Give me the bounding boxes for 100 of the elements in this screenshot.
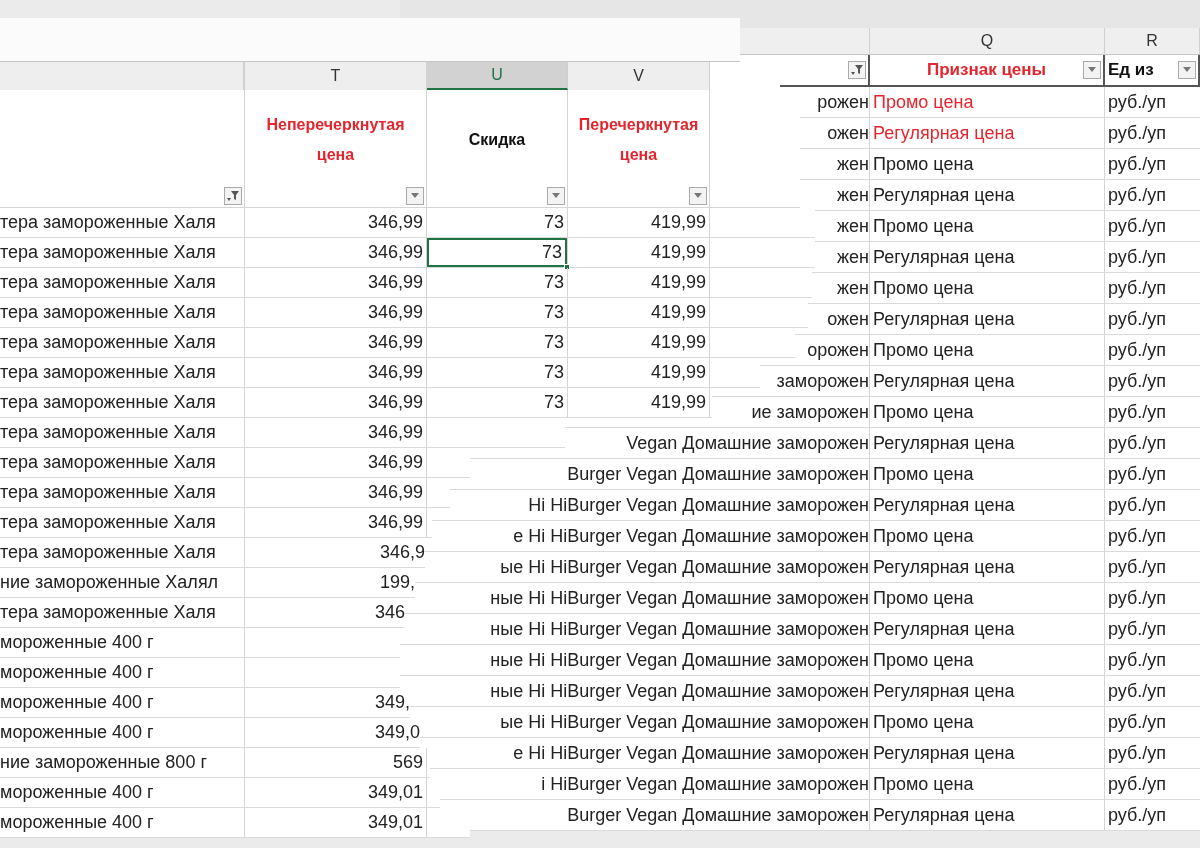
number-cell-text: 346: [374, 601, 405, 624]
price-type: Регулярная цена: [873, 741, 1015, 765]
number-cell-text: 346,99: [367, 271, 423, 294]
price-type: Регулярная цена: [873, 493, 1015, 517]
unit: руб./уп: [1108, 369, 1167, 393]
price-type: Промо цена: [873, 648, 974, 672]
column-letter[interactable]: R: [1105, 28, 1200, 54]
caret-icon: [1087, 67, 1097, 73]
unit: руб./уп: [1108, 648, 1167, 672]
number-cell-text: 199,: [379, 571, 415, 594]
price-type: Промо цена: [873, 152, 974, 176]
product-name: мороженные 400 г: [0, 631, 154, 654]
product-name: мороженные 400 г: [0, 811, 154, 834]
product-name: тера замороженные Халя: [0, 391, 216, 414]
product-name: ые Hi HiBurger Vegan Домашние заморожен: [500, 710, 869, 734]
filter-active-button[interactable]: [848, 61, 866, 79]
unit: руб./уп: [1108, 276, 1167, 300]
product-name: i HiBurger Vegan Домашние заморожен: [541, 772, 869, 796]
filter-dropdown-button[interactable]: [1083, 61, 1101, 79]
number-cell-text: 346,99: [367, 361, 423, 384]
number-cell-text: 346,99: [367, 481, 423, 504]
unit: руб./уп: [1108, 772, 1167, 796]
product-name: тера замороженные Халя: [0, 481, 216, 504]
number-cell-text: 569: [392, 751, 423, 774]
filter-icon: [850, 63, 864, 77]
price-type: Промо цена: [873, 214, 974, 238]
number-cell-text: 73: [543, 331, 564, 354]
caret-icon: [1182, 67, 1192, 73]
price-type: Регулярная цена: [873, 245, 1015, 269]
product-name: заморожен: [776, 369, 869, 393]
product-name: ние замороженные Халял: [0, 571, 219, 594]
number-cell-text: 346,99: [367, 301, 423, 324]
price-type: Промо цена: [873, 400, 974, 424]
caret-icon: [693, 193, 703, 199]
unit: руб./уп: [1108, 803, 1167, 827]
product-name: е Hi HiBurger Vegan Домашние заморожен: [513, 524, 869, 548]
product-name: рожен: [817, 90, 869, 114]
number-cell-text: 419,99: [650, 331, 706, 354]
unit: руб./уп: [1108, 555, 1167, 579]
price-type: Регулярная цена: [873, 617, 1015, 641]
column-letter[interactable]: T: [245, 62, 427, 90]
product-name: тера замороженные Халя: [0, 271, 216, 294]
price-type: Регулярная цена: [873, 369, 1015, 393]
unit: руб./уп: [1108, 741, 1167, 765]
unit: руб./уп: [1108, 152, 1167, 176]
unit: руб./уп: [1108, 183, 1167, 207]
product-name: ожен: [827, 121, 869, 145]
unit: руб./уп: [1108, 586, 1167, 610]
product-name: тера замороженные Халя: [0, 361, 216, 384]
price-type: Регулярная цена: [873, 679, 1015, 703]
filter-dropdown-button[interactable]: [547, 187, 565, 205]
number-cell-text: 349,01: [367, 811, 423, 834]
number-cell-text: 419,99: [650, 211, 706, 234]
product-name: Hi HiBurger Vegan Домашние заморожен: [528, 493, 869, 517]
filter-dropdown-button[interactable]: [406, 187, 424, 205]
unit: руб./уп: [1108, 617, 1167, 641]
column-header: Признак цены: [926, 59, 1047, 82]
fill-handle[interactable]: [564, 264, 570, 270]
number-cell-text: 346,99: [367, 211, 423, 234]
product-name: мороженные 400 г: [0, 691, 154, 714]
number-cell-text: 349,01: [367, 781, 423, 804]
price-type: Промо цена: [873, 710, 974, 734]
price-type: Регулярная цена: [873, 555, 1015, 579]
product-name: ые Hi HiBurger Vegan Домашние заморожен: [500, 555, 869, 579]
product-name: Vegan Домашние заморожен: [626, 431, 869, 455]
product-name: тера замороженные Халя: [0, 421, 216, 444]
product-name: ные Hi HiBurger Vegan Домашние заморожен: [490, 586, 869, 610]
column-header: Неперечеркнутая цена: [265, 114, 406, 165]
column-letter[interactable]: V: [568, 62, 710, 90]
number-cell-text: 73: [543, 211, 564, 234]
unit: руб./уп: [1108, 524, 1167, 548]
product-name: жен: [837, 276, 869, 300]
number-cell-text: 419,99: [650, 361, 706, 384]
price-type: Промо цена: [873, 586, 974, 610]
price-type: Промо цена: [873, 338, 974, 362]
column-letter[interactable]: Q: [870, 28, 1105, 54]
product-name: ные Hi HiBurger Vegan Домашние заморожен: [490, 679, 869, 703]
product-name: тера замороженные Халя: [0, 601, 216, 624]
price-type: Промо цена: [873, 462, 974, 486]
unit: руб./уп: [1108, 462, 1167, 486]
filter-dropdown-button[interactable]: [1178, 61, 1196, 79]
unit: руб./уп: [1108, 338, 1167, 362]
filter-dropdown-button[interactable]: [689, 187, 707, 205]
number-cell-text: 73: [543, 361, 564, 384]
filter-active-button[interactable]: [224, 187, 242, 205]
price-type: Промо цена: [873, 524, 974, 548]
number-cell-text: 346,99: [367, 451, 423, 474]
product-name: Burger Vegan Домашние заморожен: [567, 462, 869, 486]
unit: руб./уп: [1108, 431, 1167, 455]
column-letter[interactable]: U: [427, 62, 568, 90]
number-cell-text: 419,99: [650, 271, 706, 294]
price-type: Регулярная цена: [873, 431, 1015, 455]
number-cell-text: 346,99: [367, 331, 423, 354]
product-name: ные Hi HiBurger Vegan Домашние заморожен: [490, 648, 869, 672]
price-type: Промо цена: [873, 772, 974, 796]
product-name: жен: [837, 245, 869, 269]
number-cell-text: 349,: [374, 691, 410, 714]
product-name: жен: [837, 214, 869, 238]
product-name: е Hi HiBurger Vegan Домашние заморожен: [513, 741, 869, 765]
number-cell-text: 419,99: [650, 241, 706, 264]
